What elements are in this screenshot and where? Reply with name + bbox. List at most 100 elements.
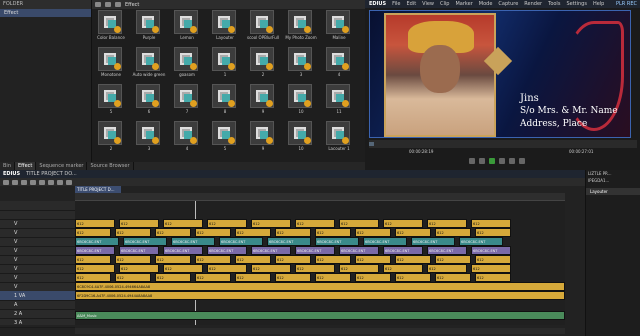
timeline-clip[interactable]: 612 — [235, 228, 271, 237]
effect-item[interactable]: 10 — [286, 121, 316, 157]
timeline-clip[interactable]: 612 — [251, 219, 291, 228]
timeline-clip[interactable]: 612 — [355, 228, 391, 237]
menu-mode[interactable]: Mode — [479, 1, 493, 7]
effect-item[interactable]: 2 — [248, 47, 278, 83]
new-sequence-icon[interactable] — [3, 179, 9, 185]
tab-sequence-marker[interactable]: Sequence marker — [36, 162, 88, 170]
effect-item[interactable]: 9 — [248, 121, 278, 157]
timeline-clip[interactable]: 612 — [115, 228, 151, 237]
timeline-clip[interactable]: 612 — [155, 255, 191, 264]
paste-icon[interactable] — [66, 179, 72, 185]
effect-item[interactable]: 2 — [96, 121, 126, 157]
menu-settings[interactable]: Settings — [566, 1, 587, 7]
menu-file[interactable]: File — [392, 1, 400, 7]
timeline-clip[interactable]: 612 — [295, 219, 335, 228]
timeline-clip[interactable]: 612 — [427, 219, 467, 228]
effect-item[interactable]: Maline — [324, 10, 354, 46]
sequence-tab[interactable]: TITLE PROJECT D... — [75, 186, 121, 193]
timeline-clip[interactable]: 612 — [195, 255, 231, 264]
timeline-clip[interactable]: 612 — [315, 228, 351, 237]
timeline-clip[interactable]: 6BC6C8C.ENT — [427, 246, 467, 255]
step-forward-icon[interactable] — [499, 158, 505, 164]
effect-item[interactable]: goasom — [172, 47, 202, 83]
effect-item[interactable]: Lemon — [172, 10, 202, 46]
effect-item[interactable]: scool OPBlurFull — [247, 10, 279, 46]
effect-item[interactable]: My Photo Zoom — [285, 10, 317, 46]
timeline-clip[interactable]: 6BC6C8C.ENT — [75, 237, 119, 246]
timeline-clip[interactable]: 6BC6C8C.ENT — [119, 246, 159, 255]
timeline-scrollbar[interactable] — [75, 328, 565, 334]
timeline-clip[interactable]: 612 — [315, 255, 351, 264]
timeline-clip[interactable]: 612 — [155, 273, 191, 282]
timeline-clip[interactable]: 612 — [395, 228, 431, 237]
timeline-clip[interactable]: 6BC6C8C.ENT — [251, 246, 291, 255]
timeline-clip[interactable]: 6BC6C8C.ENT — [459, 237, 503, 246]
redo-icon[interactable] — [39, 179, 45, 185]
step-back-icon[interactable] — [479, 158, 485, 164]
cut-icon[interactable] — [48, 179, 54, 185]
effect-item[interactable]: 1 — [210, 47, 240, 83]
timeline-clip[interactable]: 612 — [475, 228, 511, 237]
timeline-clip[interactable]: 612 — [75, 273, 111, 282]
timeline-clip[interactable]: 612 — [295, 264, 335, 273]
effect-item[interactable]: Monotone — [96, 47, 126, 83]
timeline-clip[interactable]: 612 — [207, 219, 247, 228]
timeline-clip[interactable]: 612 — [119, 264, 159, 273]
tab-source-browser[interactable]: Source Browser — [87, 162, 134, 170]
timeline-clip[interactable]: 6BC6C8C.ENT — [339, 246, 379, 255]
effect-item[interactable]: 11 — [324, 84, 354, 120]
timeline-clip[interactable]: 612 — [471, 264, 511, 273]
timeline-clip[interactable]: 612 — [395, 273, 431, 282]
timeline-clip[interactable]: 612 — [75, 264, 115, 273]
timeline-clip[interactable]: 612 — [251, 264, 291, 273]
open-icon[interactable] — [12, 179, 18, 185]
timeline-clip[interactable]: 612 — [275, 228, 311, 237]
menu-render[interactable]: Render — [524, 1, 542, 7]
timeline-clip[interactable]: 612 — [163, 219, 203, 228]
timeline-clip[interactable]: 612 — [119, 219, 159, 228]
undo-icon[interactable] — [30, 179, 36, 185]
save-icon[interactable] — [21, 179, 27, 185]
back-icon[interactable] — [95, 2, 101, 7]
effect-item[interactable]: 8 — [210, 84, 240, 120]
track-area[interactable]: 612 612 612 612 612 612 612 612 612 612 612 612 612 6… — [75, 201, 565, 325]
timeline-clip[interactable]: 612 — [115, 273, 151, 282]
forward-icon[interactable] — [105, 2, 111, 7]
timeline-clip[interactable]: 6BC6C8C.ENT — [363, 237, 407, 246]
timeline-ruler[interactable] — [75, 193, 565, 201]
menu-view[interactable]: View — [422, 1, 434, 7]
timeline-clip[interactable]: 612 — [75, 219, 115, 228]
copy-icon[interactable] — [57, 179, 63, 185]
menu-tools[interactable]: Tools — [548, 1, 560, 7]
rewind-icon[interactable] — [469, 158, 475, 164]
timeline-clip[interactable]: 6BC6C8C.ENT — [471, 246, 511, 255]
loop-icon[interactable] — [519, 158, 525, 164]
timeline-clip[interactable]: 612 — [395, 255, 431, 264]
menu-capture[interactable]: Capture — [498, 1, 518, 7]
timeline-clip[interactable]: 6F2D9C16-A47F-4006-0524-4944A8A8AA8 — [75, 291, 565, 300]
timeline-clip[interactable]: 612 — [435, 273, 471, 282]
timeline-clip[interactable]: 6BC6C8C.ENT — [219, 237, 263, 246]
timeline-clip[interactable]: 612 — [355, 273, 391, 282]
effect-item[interactable]: Purple — [134, 10, 164, 46]
timeline-clip[interactable]: 612 — [475, 273, 511, 282]
folder-icon[interactable] — [115, 2, 121, 7]
timeline-clip[interactable]: 612 — [339, 264, 379, 273]
audio-clip-music[interactable]: A&M_Music — [75, 311, 565, 320]
effect-item[interactable]: Layouter — [210, 10, 240, 46]
effect-item[interactable]: 7 — [172, 84, 202, 120]
effect-item[interactable]: 5 — [210, 121, 240, 157]
effect-item[interactable]: Lacouter 1 — [324, 121, 354, 157]
timeline-clip[interactable]: 612 — [75, 255, 111, 264]
timeline-clip[interactable]: 612 — [207, 264, 247, 273]
scrub-bar[interactable] — [369, 140, 637, 148]
timeline-clip[interactable]: 612 — [475, 255, 511, 264]
timeline-clip[interactable]: 612 — [435, 228, 471, 237]
effect-item[interactable]: 3 — [286, 47, 316, 83]
track-header[interactable]: 3 A — [0, 318, 75, 328]
timeline-clip[interactable]: 612 — [275, 255, 311, 264]
timeline-clip[interactable]: 612 — [235, 255, 271, 264]
timeline-clip[interactable]: 612 — [315, 273, 351, 282]
timeline-clip[interactable]: 6BC6C8C.ENT — [123, 237, 167, 246]
timeline-clip[interactable]: 612 — [383, 264, 423, 273]
